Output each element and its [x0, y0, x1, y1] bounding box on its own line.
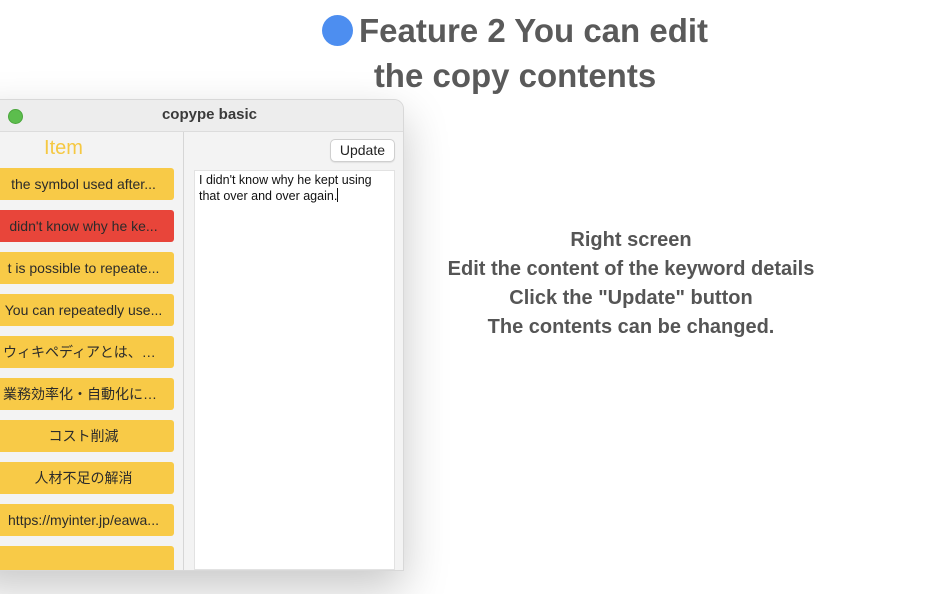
window-title: copype basic: [161, 106, 258, 123]
description-line: Right screen: [570, 229, 692, 251]
window-titlebar[interactable]: copype basic: [0, 100, 403, 132]
text-caret-icon: [337, 188, 339, 202]
heading-line-1: Feature 2 You can edit: [250, 8, 780, 53]
description-text: Right screen Edit the content of the key…: [410, 226, 852, 342]
list-item[interactable]: the symbol used after...: [0, 168, 174, 200]
item-list-pane: Item the symbol used after... didn't kno…: [0, 132, 184, 570]
content-editor[interactable]: I didn't know why he kept using that ove…: [194, 170, 395, 570]
list-item[interactable]: https://myinter.jp/eawa...: [0, 504, 174, 536]
feature-heading: Feature 2 You can edit the copy contents: [250, 8, 780, 98]
editor-text: I didn't know why he kept using that ove…: [199, 173, 372, 203]
list-item-selected[interactable]: didn't know why he ke...: [0, 210, 174, 242]
item-list: the symbol used after... didn't know why…: [0, 168, 175, 570]
list-item[interactable]: You can repeatedly use...: [0, 294, 174, 326]
list-item[interactable]: t is possible to repeate...: [0, 252, 174, 284]
list-item[interactable]: ウィキペディアとは、世…: [0, 336, 174, 368]
description-line: Click the "Update" button: [509, 287, 753, 309]
page: Feature 2 You can edit the copy contents…: [0, 0, 950, 594]
heading-line-1-text: Feature 2 You can edit: [358, 12, 709, 49]
list-item[interactable]: [0, 546, 174, 570]
description-line: The contents can be changed.: [487, 316, 775, 338]
app-window: copype basic Item the symbol used after.…: [0, 99, 404, 571]
heading-line-2: the copy contents: [373, 57, 657, 94]
list-item[interactable]: 業務効率化・自動化によ…: [0, 378, 174, 410]
item-list-header: Item: [44, 137, 83, 159]
description-line: Edit the content of the keyword details: [447, 258, 815, 280]
list-item[interactable]: 人材不足の解消: [0, 462, 174, 494]
detail-pane: Update I didn't know why he kept using t…: [184, 132, 403, 570]
bullet-dot-icon: [321, 15, 353, 46]
list-item[interactable]: コスト削減: [0, 420, 174, 452]
update-button[interactable]: Update: [329, 139, 395, 162]
